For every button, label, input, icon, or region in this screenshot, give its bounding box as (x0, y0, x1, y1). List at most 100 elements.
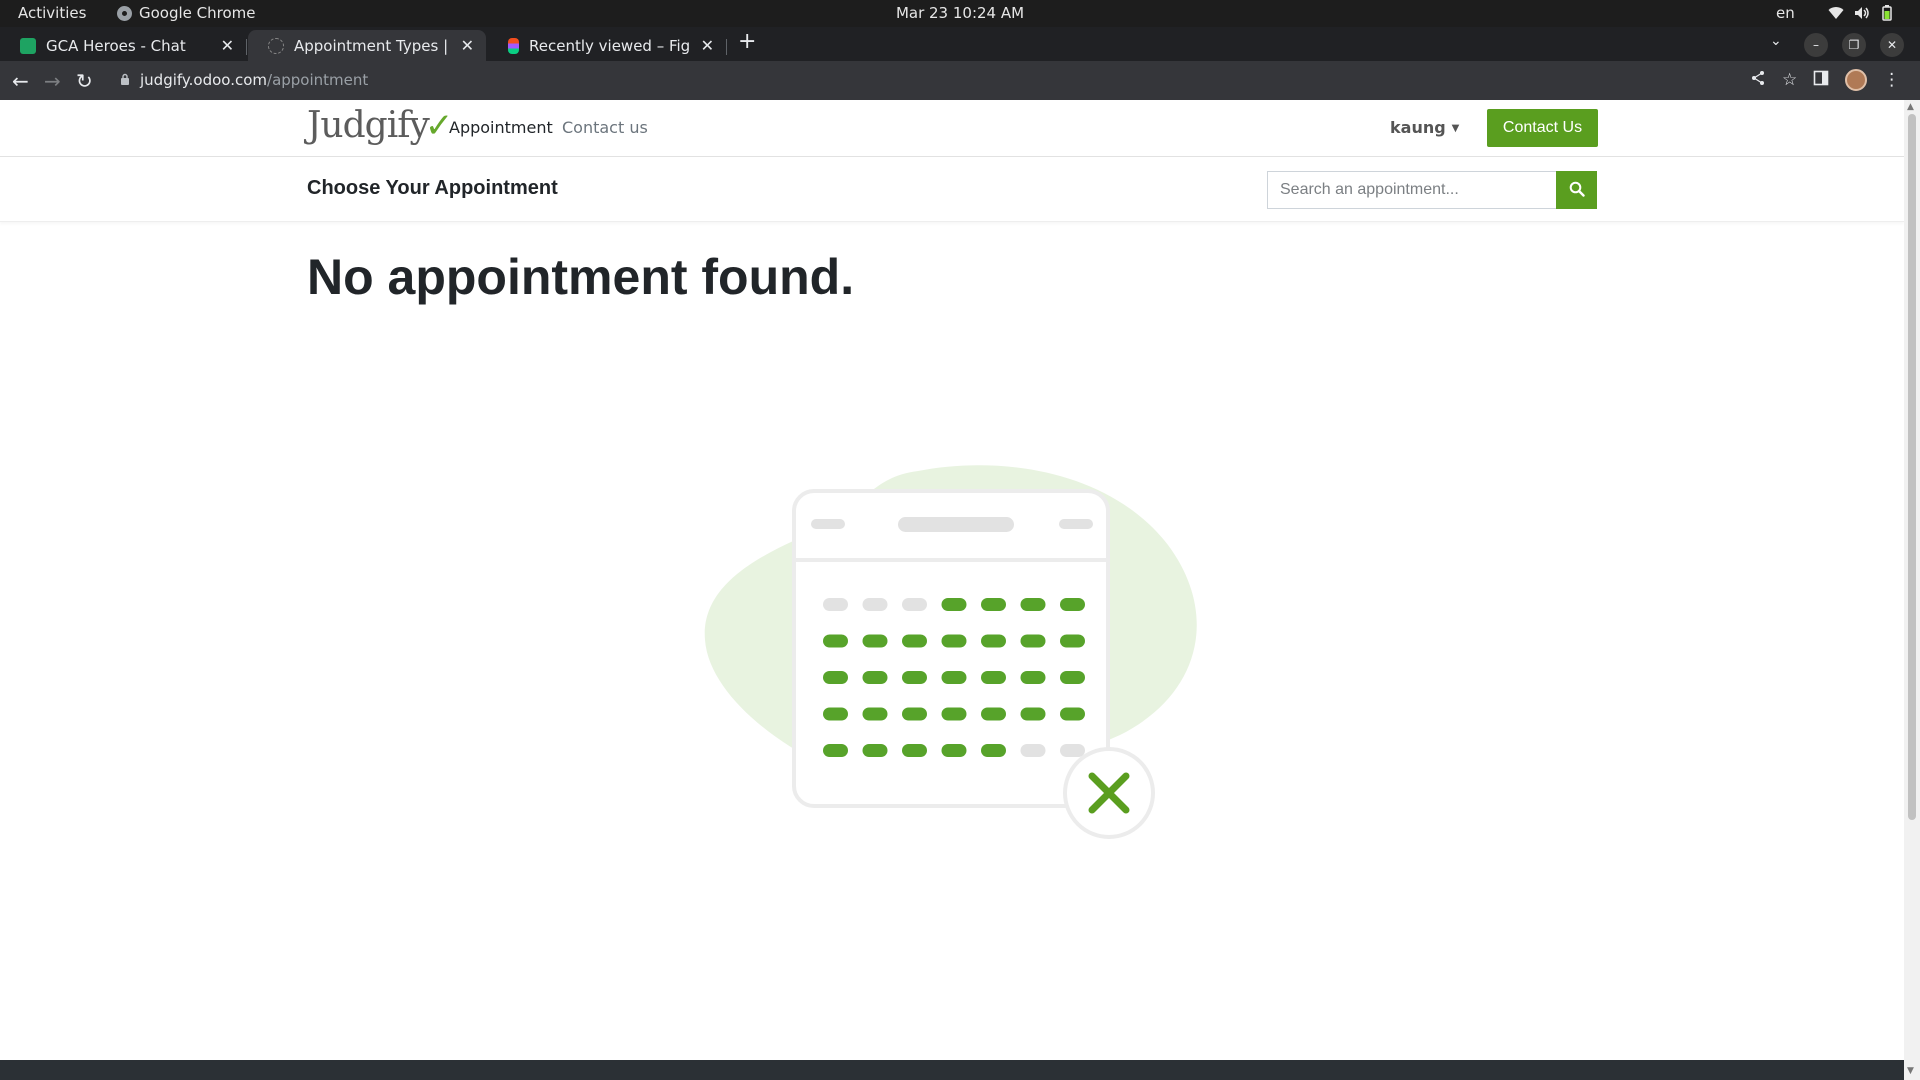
forward-arrow-icon[interactable]: → (44, 69, 61, 93)
calendar-day-dot (823, 707, 848, 721)
calendar-day-dot (1020, 671, 1046, 684)
tab-figma[interactable]: Recently viewed – Figma ✕ (488, 30, 726, 61)
calendar-day-dot (1020, 707, 1046, 721)
calendar-day-dot (862, 671, 888, 684)
minimize-icon[interactable]: – (1804, 33, 1828, 57)
calendar-day-dot (902, 744, 927, 757)
search-form (1267, 171, 1597, 209)
nav-contact-us[interactable]: Contact us (562, 118, 648, 137)
close-tab-icon[interactable]: ✕ (221, 36, 234, 55)
tab-title: Recently viewed – Figma (529, 36, 691, 55)
battery-icon (1880, 5, 1894, 25)
os-top-bar: Activities Google Chrome Mar 23 10:24 AM… (0, 0, 1920, 27)
toolbar-actions: ☆ ⋮ (1750, 69, 1900, 91)
search-icon (1569, 181, 1585, 200)
site-header: Judgify✓ Appointment Contact us kaung ▼ C… (0, 100, 1904, 157)
bookmark-star-icon[interactable]: ☆ (1782, 70, 1797, 90)
webpage: Judgify✓ Appointment Contact us kaung ▼ C… (0, 100, 1904, 1080)
calendar-day-dot (981, 707, 1006, 721)
lock-icon[interactable] (120, 73, 130, 88)
chrome-menu-icon[interactable]: ⋮ (1883, 70, 1900, 90)
page-scrollbar[interactable]: ▲ ▼ (1904, 100, 1920, 1080)
input-language[interactable]: en (1776, 4, 1795, 22)
contact-us-button[interactable]: Contact Us (1487, 109, 1598, 147)
calendar-day-dot (1060, 744, 1085, 757)
calendar-day-dot (862, 744, 888, 757)
calendar-day-dot (902, 598, 927, 611)
calendar-day-dot (941, 598, 967, 611)
url-path: /appointment (267, 71, 369, 89)
calendar-illustration-svg (704, 465, 1197, 839)
calendar-header-bar (898, 517, 1014, 532)
search-button[interactable] (1556, 171, 1597, 209)
calendar-day-dot (902, 634, 927, 648)
close-window-icon[interactable]: ✕ (1880, 33, 1904, 57)
scrollbar-thumb[interactable] (1908, 114, 1916, 820)
calendar-day-dot (941, 744, 967, 757)
google-chat-icon (20, 37, 36, 54)
tab-gca-heroes-chat[interactable]: GCA Heroes - Chat ✕ (0, 30, 246, 61)
restore-icon[interactable]: ❐ (1842, 33, 1866, 57)
page-title: Choose Your Appointment (307, 177, 558, 199)
scroll-down-arrow-icon[interactable]: ▼ (1907, 1066, 1914, 1076)
figma-icon (508, 37, 519, 54)
side-panel-icon[interactable] (1813, 70, 1829, 91)
empty-state-message: No appointment found. (307, 249, 855, 305)
footer-strip (0, 1060, 1904, 1080)
browser-tab-strip: GCA Heroes - Chat ✕ Appointment Types | … (0, 27, 1920, 61)
clock[interactable]: Mar 23 10:24 AM (0, 4, 1920, 22)
calendar-day-dot (941, 671, 967, 684)
calendar-day-dot (981, 598, 1006, 611)
calendar-day-dot (823, 671, 848, 684)
calendar-day-dot (981, 671, 1006, 684)
url-host: judgify.odoo.com (140, 71, 268, 89)
volume-icon (1854, 6, 1870, 24)
tab-appointment-types[interactable]: Appointment Types | Judgify ✕ (248, 30, 486, 61)
calendar-day-dot (1060, 598, 1085, 611)
calendar-day-dot (941, 634, 967, 648)
calendar-day-dot (823, 634, 848, 648)
browser-toolbar: ← → ↻ judgify.odoo.com/appointment ☆ ⋮ (0, 61, 1920, 100)
calendar-day-dot (823, 744, 848, 757)
back-arrow-icon[interactable]: ← (12, 69, 29, 93)
calendar-day-dot (1060, 671, 1085, 684)
address-bar[interactable]: judgify.odoo.com/appointment (120, 71, 368, 89)
calendar-body (792, 489, 1110, 808)
close-tab-icon[interactable]: ✕ (701, 36, 714, 55)
calendar-day-dot (862, 707, 888, 721)
scroll-up-arrow-icon[interactable]: ▲ (1907, 102, 1914, 112)
calendar-header-bar (1059, 519, 1093, 529)
calendar-day-dot (862, 634, 888, 648)
nav-appointment[interactable]: Appointment (449, 118, 553, 137)
calendar-day-dot (1060, 634, 1085, 648)
wifi-icon (1828, 6, 1844, 24)
tab-title: GCA Heroes - Chat (46, 36, 186, 55)
search-input[interactable] (1267, 171, 1556, 209)
tab-separator (246, 39, 247, 55)
reload-icon[interactable]: ↻ (76, 69, 93, 93)
calendar-day-dot (1020, 744, 1046, 757)
profile-avatar[interactable] (1845, 69, 1868, 91)
system-tray[interactable] (1828, 5, 1894, 25)
appointment-subheader: Choose Your Appointment (0, 157, 1904, 222)
logo-text: Judgify (307, 105, 430, 146)
calendar-day-dot (862, 598, 888, 611)
calendar-day-dot (823, 598, 848, 611)
loading-favicon-icon (268, 37, 284, 54)
calendar-header-bar (811, 519, 845, 529)
calendar-day-dot (941, 707, 967, 721)
calendar-day-dot (902, 707, 927, 721)
calendar-day-dot (1020, 598, 1046, 611)
calendar-day-dot (1060, 707, 1085, 721)
share-icon[interactable] (1750, 70, 1766, 91)
calendar-day-dot (981, 744, 1006, 757)
tab-search-chevron-icon[interactable]: ⌄ (1770, 33, 1782, 49)
site-logo[interactable]: Judgify✓ (307, 105, 453, 146)
new-tab-button[interactable]: + (738, 29, 756, 54)
window-controls: – ❐ ✕ (1804, 33, 1904, 57)
caret-down-icon: ▼ (1451, 123, 1460, 134)
tab-title: Appointment Types | Judgify (294, 36, 451, 55)
empty-calendar-illustration (700, 365, 1210, 869)
close-tab-icon[interactable]: ✕ (461, 36, 474, 55)
user-menu[interactable]: kaung ▼ (1390, 118, 1459, 137)
